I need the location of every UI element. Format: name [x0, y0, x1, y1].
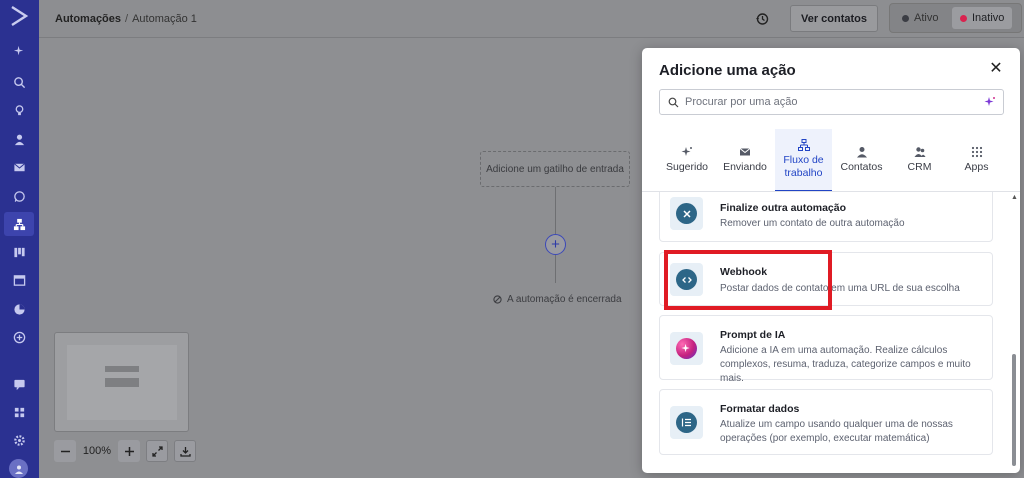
person-icon [14, 134, 25, 145]
search-icon [14, 76, 26, 88]
sidebar-item-apps[interactable] [0, 400, 39, 424]
plus-circle-icon [13, 331, 26, 343]
modal-title: Adicione uma ação [659, 62, 796, 79]
envelope-icon [14, 162, 25, 171]
sidebar-item-ideas[interactable] [0, 98, 39, 122]
avatar[interactable] [9, 459, 28, 478]
search-input[interactable] [685, 96, 975, 108]
action-item-format-data[interactable]: Formatar dados Atualize um campo usando … [659, 389, 993, 455]
sidebar-item-contacts[interactable] [0, 127, 39, 151]
sidebar-item-sites[interactable] [0, 268, 39, 292]
person-icon [856, 147, 867, 158]
view-contacts-button[interactable]: Ver contatos [790, 5, 878, 32]
status-active-option[interactable]: Ativo [894, 7, 946, 29]
scroll-up-icon[interactable]: ▲ [1011, 194, 1018, 202]
end-label: A automação é encerrada [493, 294, 622, 305]
chat-icon [14, 379, 25, 390]
zoom-controls: 100% [54, 439, 196, 463]
status-inactive-option[interactable]: Inativo [952, 7, 1013, 29]
lightbulb-icon [15, 104, 24, 115]
action-list-scrollbar[interactable]: ▲ [1011, 194, 1018, 470]
breadcrumb: Automações / Automação 1 [55, 13, 197, 25]
action-item-end-automation[interactable]: Finalize outra automação Remover um cont… [659, 192, 993, 242]
tab-apps[interactable]: Apps [949, 129, 1004, 192]
sidebar-item-settings[interactable] [0, 428, 39, 452]
ai-sparkle-icon[interactable] [984, 96, 996, 108]
minimap[interactable] [54, 332, 189, 432]
ai-sparkle-icon [676, 338, 697, 359]
breadcrumb-current: Automação 1 [132, 13, 197, 25]
tab-sending[interactable]: Enviando [716, 129, 774, 192]
scroll-thumb[interactable] [1012, 354, 1016, 466]
sidebar-item-whatsapp[interactable] [0, 184, 39, 208]
plus-icon [124, 446, 134, 456]
sparkle-icon [681, 147, 692, 157]
fit-view-button[interactable] [146, 440, 168, 462]
sparkle-icon [13, 45, 24, 55]
tab-contacts[interactable]: Contatos [833, 129, 890, 192]
gear-icon [14, 434, 25, 446]
sidebar-item-add[interactable] [0, 325, 39, 349]
status-dot [960, 14, 967, 22]
user-avatar-icon [14, 465, 23, 474]
action-title: Prompt de IA [720, 329, 786, 341]
sidebar [0, 0, 39, 478]
zoom-out-button[interactable] [54, 440, 76, 462]
sidebar-item-messages[interactable] [0, 372, 39, 396]
action-title: Finalize outra automação [720, 202, 847, 214]
action-tabs: Sugerido Enviando Fluxo de trabalho Cont… [659, 129, 1004, 192]
whatsapp-icon [14, 190, 25, 202]
zoom-level: 100% [82, 445, 112, 457]
sidebar-item-reports[interactable] [0, 297, 39, 321]
history-icon[interactable] [755, 12, 769, 26]
action-item-ai-prompt[interactable]: Prompt de IA Adicione a IA em uma automa… [659, 315, 993, 384]
action-list: Finalize outra automação Remover um cont… [659, 192, 996, 473]
tab-suggested[interactable]: Sugerido [659, 129, 715, 192]
add-step-button[interactable]: + [545, 234, 566, 255]
download-icon [179, 446, 191, 457]
sidebar-item-ai[interactable] [0, 39, 39, 63]
workflow-icon [13, 218, 25, 230]
close-icon[interactable]: ✕ [989, 61, 1003, 77]
action-desc: Adicione a IA em uma automação. Realize … [720, 345, 971, 384]
highlight-box [664, 250, 832, 310]
breadcrumb-root[interactable]: Automações [55, 13, 121, 25]
connector-line [555, 187, 556, 234]
envelope-icon [739, 148, 751, 156]
apps-icon [14, 407, 25, 417]
zoom-in-button[interactable] [118, 440, 140, 462]
action-title: Formatar dados [720, 403, 800, 415]
apps-grid-icon [971, 147, 982, 158]
logo-icon[interactable] [7, 4, 31, 28]
action-desc: Atualize um campo usando qualquer uma de… [720, 419, 953, 444]
status-dot [902, 14, 909, 22]
workflow-icon [797, 138, 810, 151]
connector-line [555, 255, 556, 283]
format-list-icon [676, 412, 697, 433]
tab-crm[interactable]: CRM [891, 129, 948, 192]
search-icon [668, 97, 679, 107]
sidebar-item-email[interactable] [0, 155, 39, 179]
action-search[interactable] [659, 89, 1004, 115]
top-bar: Automações / Automação 1 Ver contatos Ativ… [39, 0, 1024, 38]
expand-icon [151, 445, 163, 457]
status-toggle: Ativo Inativo [889, 3, 1022, 33]
action-desc: Remover um contato de outra automação [720, 218, 905, 229]
browser-icon [13, 274, 26, 286]
download-button[interactable] [174, 440, 196, 462]
minus-icon [60, 450, 70, 452]
add-trigger-node[interactable]: Adicione um gatilho de entrada [480, 151, 630, 187]
stop-icon [493, 295, 502, 304]
pie-chart-icon [14, 303, 25, 315]
people-icon [914, 147, 925, 158]
close-circle-icon [676, 203, 697, 224]
sidebar-item-pipelines[interactable] [0, 240, 39, 264]
sidebar-item-automations[interactable] [4, 212, 34, 236]
kanban-icon [14, 247, 25, 257]
tab-workflow[interactable]: Fluxo de trabalho [775, 129, 832, 192]
sidebar-item-search[interactable] [0, 70, 39, 94]
